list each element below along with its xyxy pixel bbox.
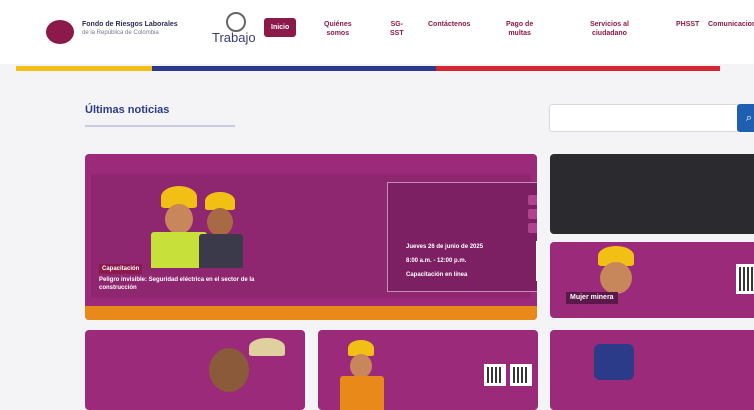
- info-pill-2: [528, 209, 537, 219]
- flag-stripe-blue: [152, 66, 436, 71]
- worker2-shirt: [199, 234, 243, 268]
- news-card-3[interactable]: [550, 330, 754, 410]
- nav-pago-multas[interactable]: Pago de multas: [506, 20, 533, 38]
- flag-stripe-yellow: [16, 66, 152, 71]
- card2-qr-code: [484, 364, 506, 386]
- nav-comunicaciones[interactable]: Comunicaciones: [708, 20, 754, 29]
- main-nav: Inicio Quiénes somos SG- SST Contáctenos…: [0, 14, 754, 44]
- nav-inicio[interactable]: Inicio: [264, 18, 297, 37]
- qr-code: [536, 241, 537, 281]
- nav-contactenos[interactable]: Contáctenos: [428, 20, 470, 29]
- news-card-1[interactable]: [85, 330, 305, 410]
- main-card-footer-band: [85, 306, 537, 320]
- news-card-main[interactable]: Capacitación Peligro invisible: Segurida…: [85, 154, 537, 320]
- nav-sg-sst[interactable]: SG- SST: [390, 20, 404, 38]
- card2-face: [350, 354, 372, 378]
- card1-helmet-icon: [249, 338, 285, 356]
- card1-worker-face: [209, 348, 249, 392]
- event-date: Jueves 26 de junio de 2025: [406, 244, 484, 250]
- event-time: 8:00 a.m. - 12:00 p.m.: [406, 258, 467, 264]
- search-input[interactable]: [549, 104, 739, 132]
- card2-qr-code-2: [510, 364, 532, 386]
- event-place: Capacitación en línea: [406, 272, 468, 278]
- nav-phsst[interactable]: PHSST: [676, 20, 699, 29]
- side-qr-code: [736, 264, 754, 294]
- side-card-headline: Mujer minera: [566, 292, 618, 304]
- worker2-face: [207, 208, 233, 236]
- nav-quienes-somos[interactable]: Quiénes somos: [324, 20, 352, 38]
- nav-servicios-ciudadano[interactable]: Servicios al ciudadano: [590, 20, 629, 38]
- worker-face: [165, 204, 193, 234]
- news-card-video[interactable]: [550, 154, 754, 234]
- search-icon: ⌕: [745, 112, 753, 124]
- news-card-mujer-minera[interactable]: Mujer minera: [550, 242, 754, 318]
- main-card-headline: Peligro invisible: Seguridad eléctrica e…: [99, 277, 255, 291]
- header: Fondo de Riesgos Laborales de la Repúbli…: [0, 0, 754, 64]
- card3-badge-icon: [594, 344, 634, 380]
- card2-vest: [340, 376, 384, 410]
- flag-stripe-red: [436, 66, 720, 71]
- info-pill-1: [528, 195, 537, 205]
- search-button[interactable]: ⌕: [737, 104, 754, 132]
- miner-face: [600, 262, 632, 294]
- info-pill-3: [528, 223, 537, 233]
- event-info-box: Jueves 26 de junio de 2025 8:00 a.m. - 1…: [387, 182, 537, 292]
- title-underline: [85, 125, 235, 127]
- news-card-2[interactable]: [318, 330, 538, 410]
- main-card-tag: Capacitación: [99, 264, 143, 274]
- section-title: Últimas noticias: [85, 104, 170, 116]
